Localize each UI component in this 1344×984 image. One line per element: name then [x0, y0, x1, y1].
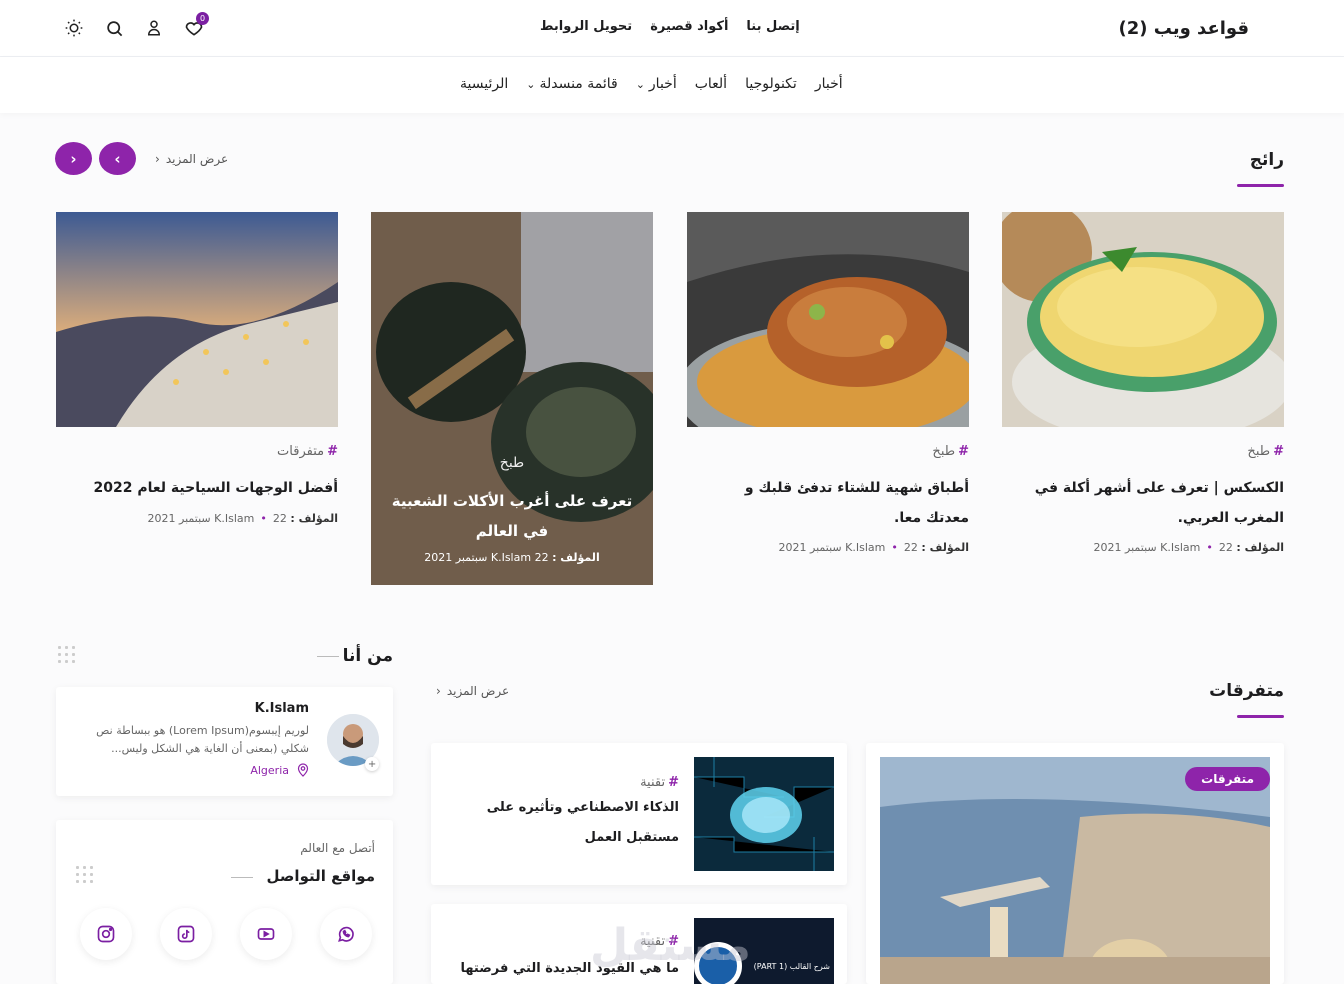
menu-item-dropdown[interactable]: قائمة منسدلة — [526, 76, 617, 92]
algiers-image — [880, 757, 1270, 984]
menu-item-games[interactable]: ألعاب — [695, 76, 727, 92]
card-meta: المؤلف : K.Islam •22 سبتمبر 2021 — [147, 512, 338, 525]
post-title[interactable]: الذكاء الاصطناعي وتأثيره على مستقبل العم… — [449, 793, 679, 853]
featured-title-underline — [1237, 184, 1284, 187]
location-pin-icon — [297, 763, 309, 777]
misc-post-card[interactable]: #تقنية الذكاء الاصطناعي وتأثيره على مستق… — [431, 743, 847, 885]
about-title-line — [317, 656, 339, 657]
ai-brain-image — [694, 757, 834, 871]
santorini-image — [56, 212, 338, 427]
misc-big-card[interactable]: متفرقات — [866, 743, 1284, 984]
view-more-label: عرض المزيد — [446, 684, 510, 698]
misc-title-underline — [1237, 715, 1284, 718]
search-icon — [106, 20, 122, 36]
menu-item-news[interactable]: أخبار — [636, 76, 677, 92]
social-title-line — [231, 877, 253, 878]
search-button[interactable] — [103, 14, 125, 42]
author-name: K.Islam — [254, 701, 309, 716]
overlay-title[interactable]: تعرف على أغرب الأكلات الشعبية في العالم — [371, 486, 653, 546]
thumb-caption: شرح القالب (PART 1) — [753, 962, 830, 971]
author-location: Algeria — [250, 763, 309, 777]
sun-icon — [65, 19, 83, 37]
account-button[interactable] — [143, 14, 165, 42]
winter-dish-image — [687, 212, 969, 427]
main-menu: الرئيسية قائمة منسدلة أخبار ألعاب تكنولو… — [460, 76, 843, 92]
youtube-icon — [257, 928, 275, 940]
site-brand[interactable]: قواعد ويب (2) — [1119, 18, 1249, 39]
wishlist-button[interactable]: 0 — [183, 12, 209, 42]
chevron-left-icon: ‹ — [70, 149, 77, 168]
card-image-santorini[interactable] — [56, 212, 338, 427]
misc-big-card-badge[interactable]: متفرقات — [1185, 767, 1270, 791]
card-overlay-strange-food[interactable]: طبخ تعرف على أغرب الأكلات الشعبية في الع… — [371, 212, 653, 585]
chevron-left-icon: ‹ — [155, 152, 160, 166]
whatsapp-icon — [338, 926, 354, 942]
card-meta: المؤلف : K.Islam •22 سبتمبر 2021 — [778, 541, 969, 554]
dots-decoration — [56, 644, 76, 664]
card-title[interactable]: أفضل الوجهات السياحية لعام 2022 — [56, 473, 338, 503]
plus-icon[interactable]: + — [365, 757, 379, 771]
theme-toggle-button[interactable] — [63, 14, 85, 42]
overlay-category[interactable]: طبخ — [371, 455, 653, 471]
social-card: أتصل مع العالم مواقع التواصل — [56, 820, 393, 984]
view-more-label: عرض المزيد — [165, 152, 229, 166]
card-meta: المؤلف : K.Islam •22 سبتمبر 2021 — [1093, 541, 1284, 554]
card-image-couscous[interactable] — [1002, 212, 1284, 427]
social-title: مواقع التواصل — [266, 867, 375, 885]
instagram-icon — [97, 925, 115, 943]
card-category[interactable]: #طبخ — [1247, 444, 1284, 459]
about-card: + K.Islam لوريم إيبسوم(Lorem Ipsum) هو ب… — [56, 687, 393, 796]
social-tiktok-button[interactable] — [160, 908, 212, 960]
user-icon — [147, 20, 161, 36]
card-image-winter-dish[interactable] — [687, 212, 969, 427]
menu-item-news-2[interactable]: أخبار — [815, 76, 843, 92]
wishlist-count-badge: 0 — [196, 12, 209, 25]
social-instagram-button[interactable] — [80, 908, 132, 960]
watermark: مستقل — [590, 920, 751, 971]
card-category[interactable]: #طبخ — [932, 444, 969, 459]
menu-item-tech[interactable]: تكنولوجيا — [745, 76, 797, 92]
card-category[interactable]: #متفرقات — [277, 444, 338, 459]
about-title: من أنا — [342, 646, 393, 666]
social-icons — [80, 908, 372, 960]
top-link-shortcodes[interactable]: أكواد قصيرة — [650, 19, 728, 34]
social-whatsapp-button[interactable] — [320, 908, 372, 960]
social-subtitle: أتصل مع العالم — [300, 841, 375, 855]
featured-title: رائج — [1249, 150, 1284, 170]
misc-view-more[interactable]: عرض المزيد ‹ — [436, 684, 509, 698]
card-title[interactable]: الكسكس | تعرف على أشهر أكلة في المغرب ال… — [1002, 473, 1284, 533]
carousel-prev-button[interactable]: ‹ — [55, 142, 92, 175]
author-bio: لوريم إيبسوم(Lorem Ipsum) هو ببساطة نص ش… — [96, 724, 309, 755]
card-title[interactable]: أطباق شهية للشتاء تدفئ قلبك و معدتك معا. — [687, 473, 969, 533]
top-link-contact[interactable]: إتصل بنا — [746, 19, 799, 34]
couscous-image — [1002, 212, 1284, 427]
top-link-url-convert[interactable]: تحويل الروابط — [540, 19, 632, 34]
featured-view-more[interactable]: عرض المزيد ‹ — [155, 152, 228, 166]
header-icons: 0 — [55, 12, 209, 42]
misc-title: متفرقات — [1209, 681, 1284, 701]
tiktok-icon — [177, 925, 195, 943]
chevron-right-icon: › — [114, 149, 121, 168]
overlay-meta: المؤلف : K.Islam 22 سبتمبر 2021 — [424, 551, 600, 564]
carousel-next-button[interactable]: › — [99, 142, 136, 175]
dots-decoration — [74, 864, 94, 884]
top-links: تحويل الروابط أكواد قصيرة إتصل بنا — [540, 19, 800, 34]
menu-item-home[interactable]: الرئيسية — [460, 76, 508, 92]
post-category[interactable]: #تقنية — [640, 775, 679, 790]
chevron-left-icon: ‹ — [436, 684, 441, 698]
social-youtube-button[interactable] — [240, 908, 292, 960]
